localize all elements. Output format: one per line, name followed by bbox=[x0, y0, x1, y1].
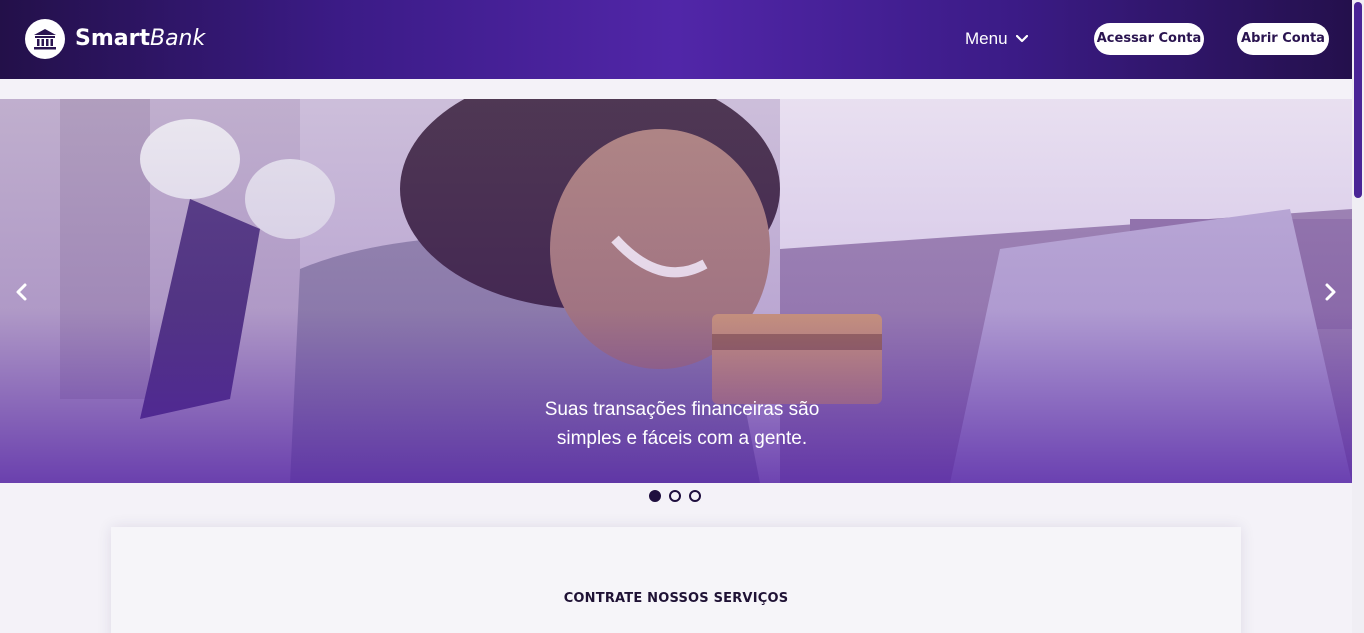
scrollbar-thumb[interactable] bbox=[1354, 2, 1362, 198]
chevron-left-icon bbox=[16, 283, 27, 301]
logo-badge[interactable] bbox=[25, 19, 65, 59]
hero-carousel: Suas transações financeiras são simples … bbox=[0, 99, 1352, 483]
carousel-prev-button[interactable] bbox=[12, 282, 32, 302]
brand-name-italic: Bank bbox=[149, 26, 206, 51]
services-section: CONTRATE NOSSOS SERVIÇOS bbox=[111, 527, 1241, 633]
carousel-indicators bbox=[649, 490, 701, 502]
carousel-dot-1[interactable] bbox=[649, 490, 661, 502]
carousel-next-button[interactable] bbox=[1320, 282, 1340, 302]
bank-icon bbox=[34, 29, 56, 50]
page-scrollbar[interactable] bbox=[1352, 0, 1364, 633]
carousel-dot-2[interactable] bbox=[669, 490, 681, 502]
hero-caption-line-2: simples e fáceis com a gente. bbox=[556, 428, 808, 449]
menu-dropdown[interactable]: Menu bbox=[965, 29, 1028, 49]
carousel-dot-3[interactable] bbox=[689, 490, 701, 502]
chevron-right-icon bbox=[1325, 283, 1336, 301]
hero-caption: Suas transações financeiras são simples … bbox=[482, 395, 882, 453]
site-header: SmartBank Menu Acessar Conta Abrir Conta bbox=[0, 0, 1352, 79]
menu-label: Menu bbox=[965, 29, 1008, 48]
open-account-button[interactable]: Abrir Conta bbox=[1237, 23, 1329, 55]
chevron-down-icon bbox=[1015, 35, 1028, 43]
services-title: CONTRATE NOSSOS SERVIÇOS bbox=[563, 591, 789, 606]
brand-name-bold: Smart bbox=[75, 26, 150, 51]
login-button[interactable]: Acessar Conta bbox=[1094, 23, 1204, 55]
hero-caption-line-1: Suas transações financeiras são bbox=[544, 399, 820, 420]
brand-name[interactable]: SmartBank bbox=[75, 25, 205, 53]
